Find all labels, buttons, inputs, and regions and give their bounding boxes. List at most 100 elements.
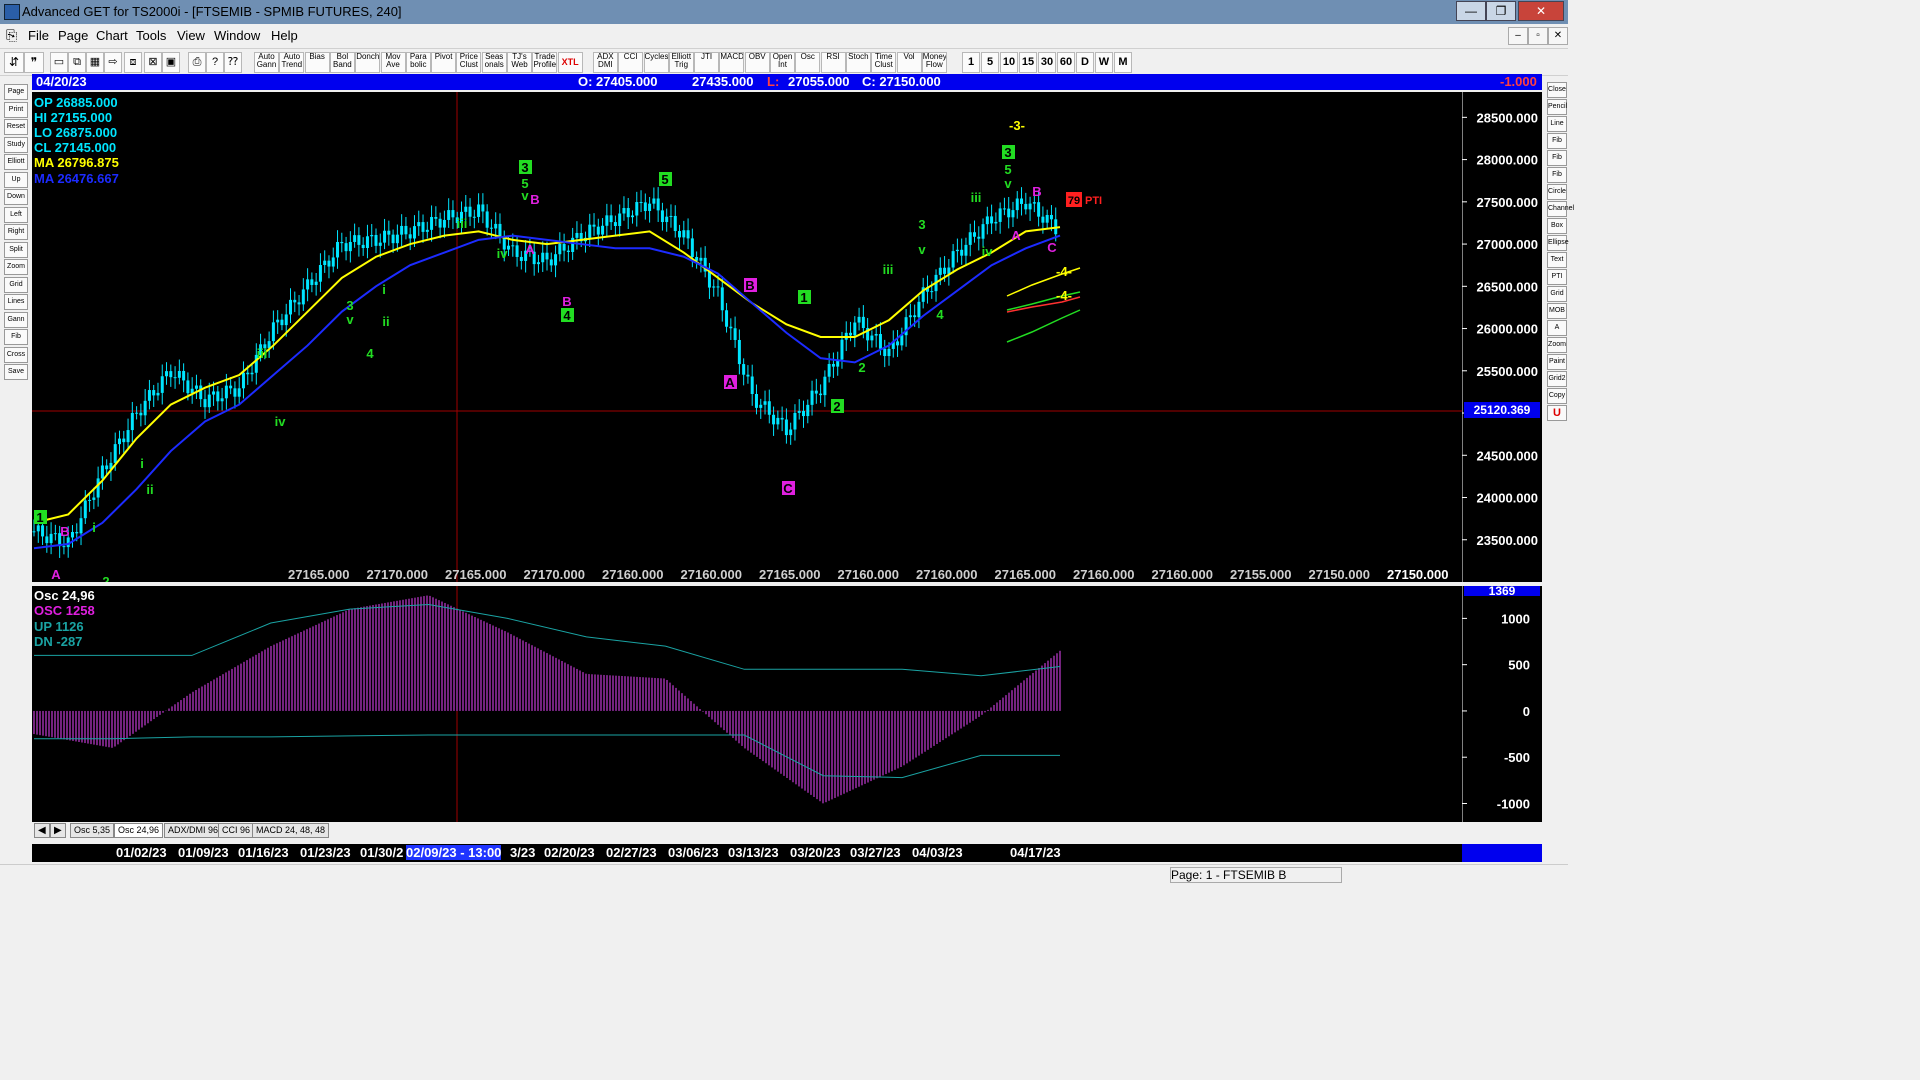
study-button[interactable]: Time Clust — [871, 52, 897, 73]
forward-icon[interactable]: ⇨ — [104, 52, 122, 73]
tool-grid[interactable]: Grid — [4, 276, 28, 293]
study-button[interactable]: Bias — [304, 52, 330, 73]
study-button[interactable]: CCI — [618, 52, 644, 73]
menu-chart[interactable]: Chart — [96, 28, 128, 43]
tool-paint[interactable]: Paint — [1547, 354, 1567, 370]
period-button-d[interactable]: D — [1076, 52, 1094, 73]
tool-fib[interactable]: Fib — [4, 329, 28, 345]
tool-circle[interactable]: Circle — [1547, 184, 1567, 200]
tool-gann[interactable]: Gann — [4, 311, 28, 328]
tool-cross[interactable]: Cross — [4, 346, 28, 363]
tool-grid2[interactable]: Grid2 — [1547, 371, 1567, 387]
menu-view[interactable]: View — [177, 28, 205, 43]
tool-pti[interactable]: PTI — [1547, 269, 1567, 285]
tile-icon[interactable]: ▦ — [86, 52, 104, 73]
unlink-icon[interactable]: ⊠ — [144, 52, 162, 73]
tool-box[interactable]: Box — [1547, 218, 1567, 234]
study-button[interactable]: OBV — [744, 52, 770, 73]
tool-print[interactable]: Print — [4, 101, 28, 118]
tab-cci[interactable]: CCI 96 — [218, 823, 255, 838]
tool-fib-time[interactable]: Fib Time — [1547, 167, 1567, 192]
tab-osc-5-35[interactable]: Osc 5,35 — [70, 823, 115, 838]
study-button[interactable]: Bol Band — [329, 52, 355, 73]
study-button[interactable]: Auto Trend — [279, 52, 305, 73]
price-chart[interactable]: 1BA35v BA5B4BAC1235vBAC-3--4--4-iiiiiiivi… — [32, 92, 1462, 582]
tool-down[interactable]: Down — [4, 189, 28, 205]
tool-up[interactable]: Up — [4, 171, 28, 188]
study-button[interactable]: Mov Ave — [380, 52, 406, 73]
help-icon[interactable]: ? — [206, 52, 224, 73]
study-button[interactable]: Trade Profile — [532, 52, 558, 73]
study-button[interactable]: RSI — [820, 52, 846, 73]
study-button[interactable]: Vol — [896, 52, 922, 73]
pointer-icon[interactable]: ⇵ — [4, 52, 24, 73]
period-button-60[interactable]: 60 — [1057, 52, 1075, 73]
window-icon[interactable]: ▣ — [162, 52, 180, 73]
study-button[interactable]: Auto Gann — [254, 52, 279, 73]
oscillator-axis[interactable]: 1000 500 0 -500 -1000 1369 — [1462, 586, 1542, 822]
context-help-icon[interactable]: ⁇ — [224, 52, 242, 73]
tool-fib-ret[interactable]: Fib Ret — [1547, 133, 1567, 158]
study-button[interactable]: Donch — [355, 52, 381, 73]
new-page-icon[interactable]: ▭ — [50, 52, 68, 73]
price-chart-pane[interactable]: 1 B A 3 5 v B A 5 B 4 B A C 1 2 3 5 v B A C -3- -4- -4- i ii iii iv i… — [32, 92, 1462, 582]
menu-tools[interactable]: Tools — [136, 28, 166, 43]
close-button[interactable]: ✕ — [1518, 1, 1564, 21]
study-button[interactable]: Osc — [795, 52, 821, 73]
tool-zoom[interactable]: Zoom — [1547, 337, 1567, 353]
study-button[interactable]: TJ's Web — [507, 52, 532, 73]
tool-zoom[interactable]: Zoom — [4, 259, 28, 275]
tool-copy[interactable]: Copy — [1547, 388, 1567, 404]
menu-window[interactable]: Window — [214, 28, 260, 43]
period-button-30[interactable]: 30 — [1038, 52, 1056, 73]
study-button[interactable]: ADX DMI — [592, 52, 618, 73]
tool-ellipse[interactable]: Ellipse — [1547, 235, 1569, 251]
study-button[interactable]: Open Int — [770, 52, 795, 73]
mdi-minimize-button[interactable]: – — [1508, 27, 1528, 45]
study-button[interactable]: Price Clust — [456, 52, 482, 73]
study-button[interactable]: Pivot — [431, 52, 457, 73]
menu-file[interactable]: File — [28, 28, 49, 43]
tab-osc-24-96[interactable]: Osc 24,96 — [114, 823, 164, 838]
study-button[interactable]: MACD — [719, 52, 745, 73]
mdi-close-button[interactable]: ✕ — [1548, 27, 1568, 45]
tool-u[interactable]: U — [1547, 405, 1567, 421]
price-axis[interactable]: 28500.000 28000.000 27500.000 27000.000 2650… — [1462, 92, 1542, 582]
tool-split[interactable]: Split — [4, 241, 28, 258]
study-button[interactable]: Seas onals — [481, 52, 507, 73]
study-button[interactable]: Money Flow — [921, 52, 947, 73]
date-axis[interactable]: 01/02/23 01/09/23 01/16/23 01/23/23 01/3… — [32, 844, 1462, 862]
period-button-1[interactable]: 1 — [962, 52, 980, 73]
period-button-w[interactable]: W — [1095, 52, 1113, 73]
tab-adx-dmi[interactable]: ADX/DMI 96 — [164, 823, 223, 838]
copy-page-icon[interactable]: ⧉ — [68, 52, 86, 73]
oscillator-pane[interactable]: Osc 24,96 OSC 1258 UP 1126 DN -287 — [32, 586, 1462, 822]
tool-reset[interactable]: Reset — [4, 119, 28, 135]
tab-macd[interactable]: MACD 24, 48, 48 — [252, 823, 330, 838]
tab-scroll-left[interactable]: ◀ — [34, 823, 50, 838]
period-button-10[interactable]: 10 — [1000, 52, 1018, 73]
tool-grid[interactable]: Grid — [1547, 286, 1567, 302]
tool-text[interactable]: Text — [1547, 252, 1567, 268]
period-button-15[interactable]: 15 — [1019, 52, 1037, 73]
tab-scroll-right[interactable]: ▶ — [50, 823, 66, 838]
study-button[interactable]: XTL — [557, 52, 583, 73]
tool-study[interactable]: Study — [4, 136, 28, 153]
tool-pencil[interactable]: Pencil — [1547, 99, 1567, 115]
tool-save[interactable]: Save — [4, 364, 28, 380]
tool-close[interactable]: Close — [1547, 82, 1567, 98]
tool-left[interactable]: Left — [4, 206, 28, 223]
study-button[interactable]: Stoch — [845, 52, 871, 73]
mdi-restore-button[interactable]: ▫ — [1528, 27, 1548, 45]
menu-page[interactable]: Page — [58, 28, 88, 43]
tool-channel[interactable]: Channel — [1547, 201, 1574, 217]
tool-fib-ext[interactable]: Fib Ext — [1547, 150, 1567, 175]
period-button-m[interactable]: M — [1114, 52, 1132, 73]
minimize-button[interactable]: — — [1456, 1, 1486, 21]
quote-icon[interactable]: ❞ — [24, 52, 44, 73]
tool-page[interactable]: Page — [4, 84, 28, 100]
maximize-button[interactable]: ❐ — [1486, 1, 1516, 21]
tool-elliott[interactable]: Elliott — [4, 154, 28, 170]
tool-line[interactable]: Line — [1547, 116, 1567, 132]
menu-help[interactable]: Help — [271, 28, 298, 43]
